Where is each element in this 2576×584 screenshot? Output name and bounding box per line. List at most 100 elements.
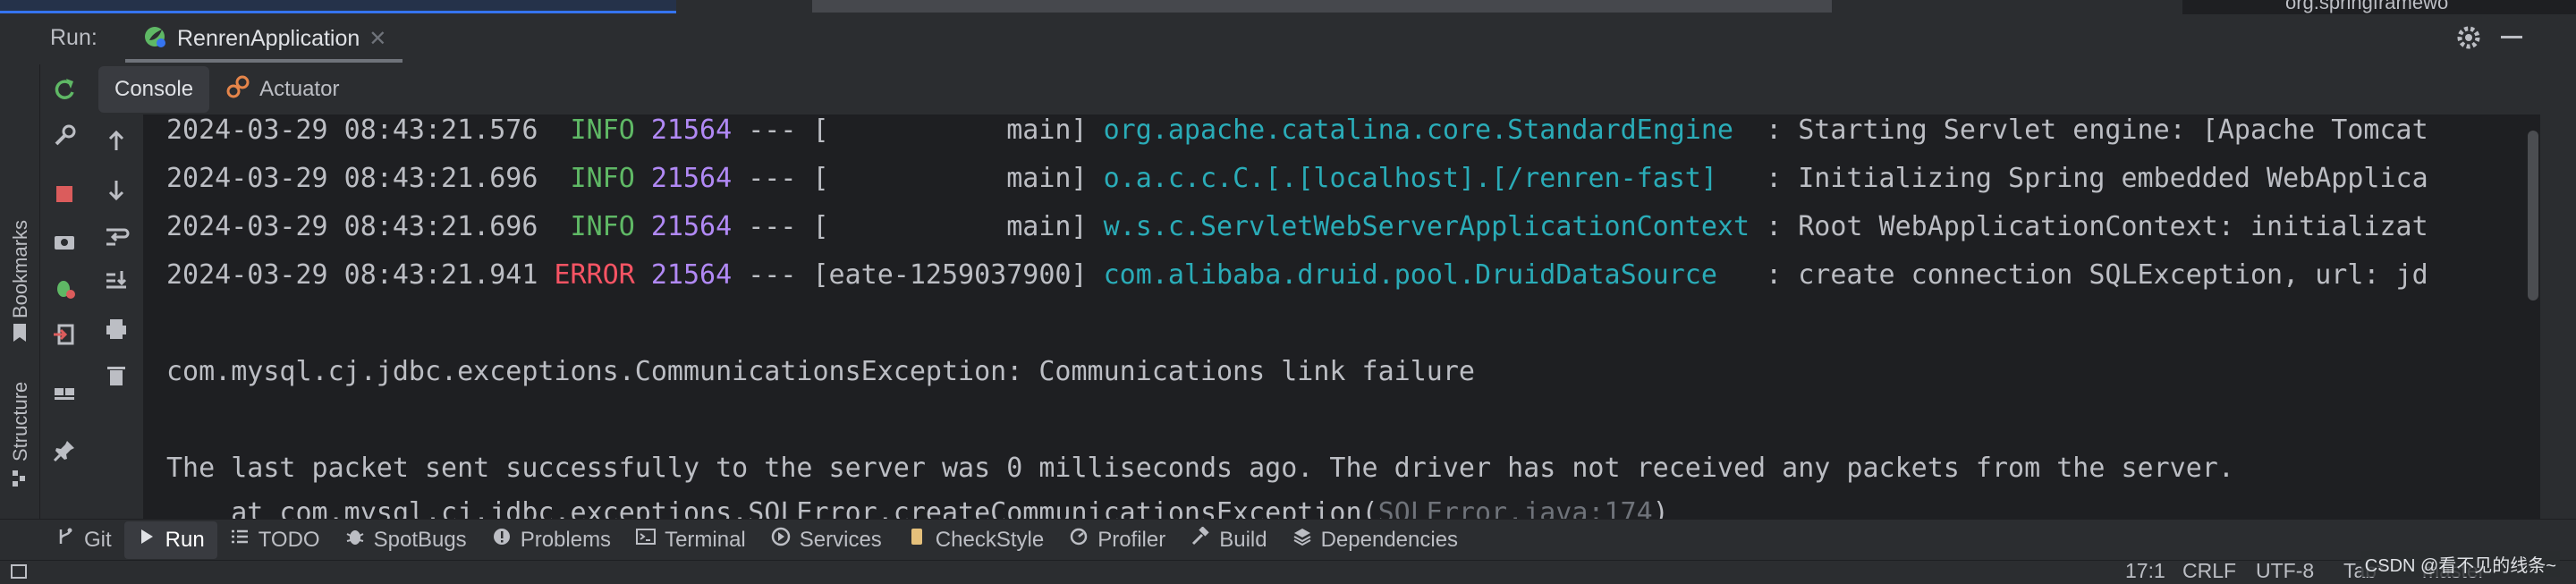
log-separator: --- — [748, 114, 797, 146]
log-logger[interactable]: w.s.c.ServletWebServerApplicationContext — [1104, 211, 1750, 242]
log-thread: [ main] — [812, 163, 1088, 194]
editor-horizontal-scrollbar[interactable] — [812, 0, 1832, 13]
panel-toggle-icon[interactable] — [11, 564, 27, 579]
actuator-icon — [225, 74, 250, 106]
log-level: INFO — [570, 163, 635, 194]
caret-position[interactable]: 17:1 — [2125, 559, 2165, 583]
tool-tab-todo[interactable]: TODO — [217, 521, 333, 559]
log-separator: --- — [748, 259, 797, 291]
stack-frame-method: at com.mysql.cj.jdbc.exceptions.SQLError… — [166, 497, 1378, 519]
soft-wrap-icon[interactable] — [98, 218, 134, 254]
log-thread: [eate-1259037900] — [812, 259, 1088, 291]
line-separator[interactable]: CRLF — [2182, 559, 2236, 583]
stop-icon[interactable] — [47, 176, 82, 212]
terminal-icon — [636, 527, 657, 553]
arrow-down-icon[interactable] — [98, 172, 134, 207]
camera-icon[interactable] — [47, 224, 82, 259]
log-timestamp: 2024-03-29 08:43:21.576 — [166, 114, 538, 146]
tool-tab-dependencies[interactable]: Dependencies — [1280, 521, 1470, 559]
services-icon — [771, 527, 791, 553]
close-tab-icon[interactable]: ✕ — [369, 26, 386, 52]
tool-tab-checkstyle[interactable]: CheckStyle — [894, 521, 1056, 559]
log-message: : Starting Servlet engine: [Apache Tomca… — [1750, 114, 2428, 146]
checkstyle-icon — [907, 527, 927, 553]
log-logger[interactable]: o.a.c.c.C.[.[localhost].[/renren-fast] — [1104, 163, 1750, 194]
layout-icon[interactable] — [47, 376, 82, 411]
left-tool-gutter: Bookmarks Structure — [0, 14, 40, 519]
run-config-tab[interactable]: RenrenApplication ✕ — [125, 18, 403, 63]
stack-trace-line: at com.mysql.cj.jdbc.exceptions.SQLError… — [166, 497, 1669, 519]
project-tree-node[interactable]: org.springframewo — [2285, 0, 2448, 14]
bookmark-icon[interactable] — [11, 322, 29, 348]
bug-icon — [345, 527, 365, 553]
tool-tab-label: Profiler — [1097, 527, 1166, 552]
tab-console-label: Console — [114, 77, 194, 101]
console-output[interactable]: 2024-03-29 08:43:21.576 INFO 21564 --- [… — [143, 114, 2540, 519]
tab-actuator[interactable]: Actuator — [209, 66, 355, 113]
log-thread: [ main] — [812, 114, 1088, 146]
console-scrollbar[interactable] — [2528, 114, 2538, 311]
trash-icon[interactable] — [98, 358, 134, 394]
bottom-tool-bar: Git Run TODO SpotBugs Problems Terminal … — [0, 519, 2576, 560]
tool-tab-spotbugs[interactable]: SpotBugs — [333, 521, 479, 559]
scroll-to-end-icon[interactable] — [98, 263, 134, 299]
console-toolbar — [95, 114, 138, 419]
bookmarks-tool-label[interactable]: Bookmarks — [9, 220, 32, 318]
minimize-icon[interactable] — [2501, 36, 2522, 38]
tab-console[interactable]: Console — [98, 66, 210, 113]
log-message: : Root WebApplicationContext: initializa… — [1750, 211, 2428, 242]
tool-tab-terminal[interactable]: Terminal — [623, 521, 758, 559]
run-label: Run: — [50, 25, 97, 50]
tab-actuator-label: Actuator — [259, 77, 340, 101]
log-message: : create connection SQLException, url: j… — [1750, 259, 2428, 291]
log-logger[interactable]: com.alibaba.druid.pool.DruidDataSource — [1104, 259, 1750, 291]
wrench-icon[interactable] — [47, 118, 82, 154]
pin-icon[interactable] — [47, 433, 82, 469]
log-timestamp: 2024-03-29 08:43:21.696 — [166, 163, 538, 194]
editor-top-strip: org.springframewo — [0, 0, 2576, 14]
packet-info-line: The last packet sent successfully to the… — [166, 453, 2234, 484]
active-editor-underline — [0, 0, 676, 13]
scrollbar-thumb[interactable] — [2528, 131, 2538, 300]
log-level: INFO — [570, 114, 635, 146]
tool-tab-label: Problems — [520, 527, 612, 552]
log-line: 2024-03-29 08:43:21.696 INFO 21564 --- [… — [166, 211, 2428, 242]
structure-tool-label[interactable]: Structure — [9, 382, 32, 461]
tool-tab-run[interactable]: Run — [123, 521, 217, 559]
stack-frame-close: ) — [1652, 497, 1669, 519]
tool-tab-label: Dependencies — [1320, 527, 1459, 552]
log-pid: 21564 — [650, 211, 733, 242]
stack-frame-source-link[interactable]: SQLError.java:174 — [1378, 497, 1653, 519]
tool-tab-problems[interactable]: Problems — [479, 521, 623, 559]
tool-tab-build[interactable]: Build — [1178, 521, 1279, 559]
layers-icon — [1292, 527, 1312, 553]
git-icon — [55, 527, 75, 553]
tool-tab-label: CheckStyle — [935, 527, 1045, 552]
watermark-text: CSDN @看不见的线条~ — [2360, 551, 2560, 577]
tool-tab-label: Git — [84, 527, 112, 552]
tool-tab-profiler[interactable]: Profiler — [1056, 521, 1178, 559]
tool-tab-services[interactable]: Services — [758, 521, 894, 559]
tool-tab-label: TODO — [258, 527, 320, 552]
info-icon — [492, 527, 512, 553]
arrow-up-icon[interactable] — [98, 123, 134, 159]
exit-icon[interactable] — [47, 317, 82, 352]
run-toolbar-primary — [39, 64, 89, 519]
structure-icon[interactable] — [11, 469, 29, 493]
log-line: 2024-03-29 08:43:21.696 INFO 21564 --- [… — [166, 163, 2428, 194]
run-tool-window-header — [39, 14, 2576, 64]
log-timestamp: 2024-03-29 08:43:21.696 — [166, 211, 538, 242]
tool-tab-git[interactable]: Git — [43, 521, 124, 559]
file-encoding[interactable]: UTF-8 — [2256, 559, 2314, 583]
log-level: INFO — [570, 211, 635, 242]
debug-bug-icon[interactable] — [47, 270, 82, 306]
status-bar: 17:1 CRLF UTF-8 Tab* master — [0, 559, 2576, 584]
log-logger[interactable]: org.apache.catalina.core.StandardEngine — [1104, 114, 1750, 146]
settings-gear-icon[interactable] — [2454, 23, 2483, 56]
tool-tab-label: SpotBugs — [373, 527, 467, 552]
print-icon[interactable] — [98, 311, 134, 347]
tool-tab-label: Run — [165, 527, 205, 552]
rerun-icon[interactable] — [47, 72, 82, 107]
log-line: 2024-03-29 08:43:21.576 INFO 21564 --- [… — [166, 114, 2428, 146]
tool-tab-label: Terminal — [665, 527, 746, 552]
